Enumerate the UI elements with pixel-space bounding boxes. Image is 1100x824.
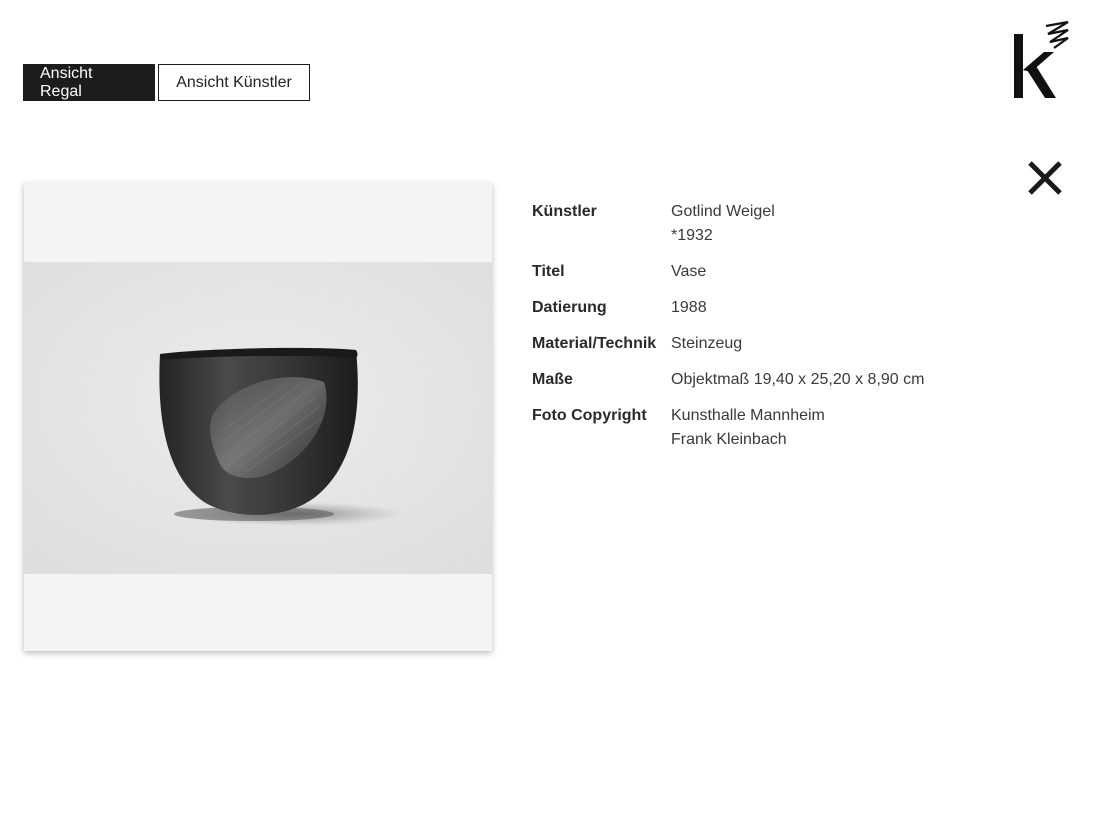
- meta-row-artist: Künstler Gotlind Weigel *1932: [532, 200, 1012, 248]
- dimensions-value: Objektmaß 19,40 x 25,20 x 8,90 cm: [671, 371, 925, 388]
- date-value: 1988: [671, 299, 707, 316]
- artist-name: Gotlind Weigel: [671, 203, 775, 220]
- copyright-label: Foto Copyright: [532, 407, 647, 424]
- copyright-line-1: Kunsthalle Mannheim: [671, 407, 825, 424]
- title-label: Titel: [532, 263, 565, 280]
- kunsthalle-logo-icon[interactable]: [1010, 20, 1072, 102]
- date-label: Datierung: [532, 299, 607, 316]
- material-value: Steinzeug: [671, 335, 743, 352]
- artist-label: Künstler: [532, 203, 597, 220]
- artwork-photo: [24, 262, 492, 574]
- view-shelf-button[interactable]: Ansicht Regal: [23, 64, 155, 101]
- artwork-detail-page: Ansicht Regal Ansicht Künstler Künstler …: [0, 0, 1100, 824]
- meta-row-title: Titel Vase: [532, 260, 1012, 284]
- artwork-metadata: Künstler Gotlind Weigel *1932 Titel Vase…: [532, 200, 1012, 464]
- close-icon[interactable]: [1024, 158, 1066, 200]
- dimensions-label: Maße: [532, 371, 573, 388]
- meta-row-dimensions: Maße Objektmaß 19,40 x 25,20 x 8,90 cm: [532, 368, 1012, 392]
- artist-value: Gotlind Weigel *1932: [671, 200, 775, 248]
- copyright-line-2: Frank Kleinbach: [671, 431, 787, 448]
- artwork-image-card[interactable]: [24, 183, 492, 651]
- copyright-value: Kunsthalle Mannheim Frank Kleinbach: [671, 404, 825, 452]
- material-label: Material/Technik: [532, 335, 657, 352]
- title-value: Vase: [671, 263, 707, 280]
- view-artist-button[interactable]: Ansicht Künstler: [158, 64, 310, 101]
- view-toggle: Ansicht Regal Ansicht Künstler: [23, 64, 310, 101]
- meta-row-date: Datierung 1988: [532, 296, 1012, 320]
- meta-row-copyright: Foto Copyright Kunsthalle Mannheim Frank…: [532, 404, 1012, 452]
- artist-birth: *1932: [671, 227, 713, 244]
- meta-row-material: Material/Technik Steinzeug: [532, 332, 1012, 356]
